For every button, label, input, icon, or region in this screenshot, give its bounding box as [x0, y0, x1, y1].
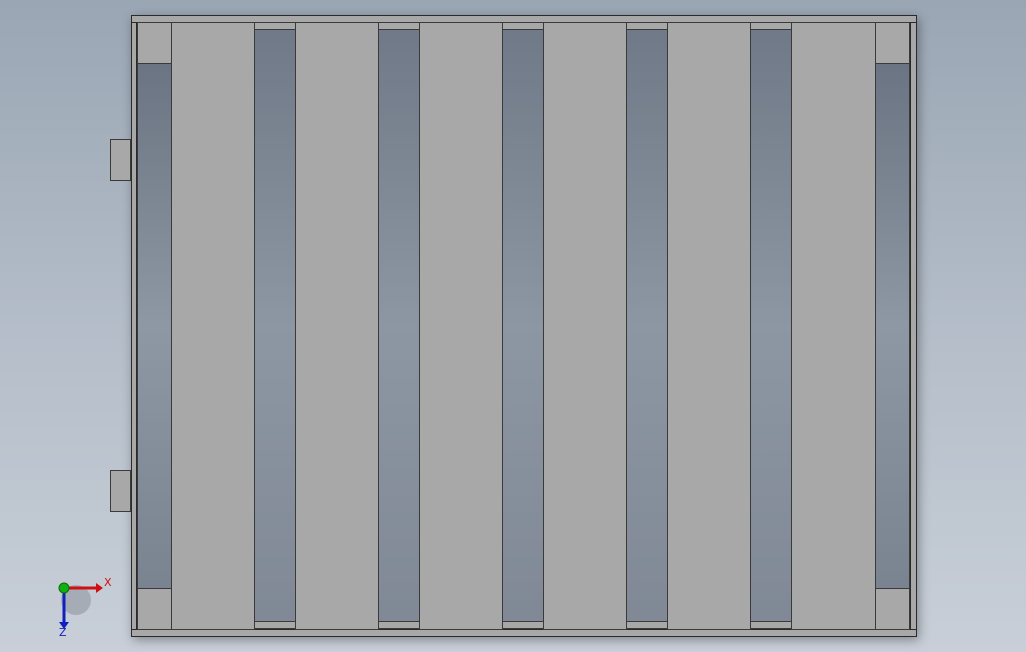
side-tab-lower[interactable] — [110, 470, 131, 512]
end-opening-left — [137, 63, 172, 588]
side-tab-upper[interactable] — [110, 139, 131, 181]
gap-cap-top-2 — [378, 22, 420, 30]
deck-board-5[interactable] — [667, 22, 751, 630]
graphics-viewport[interactable]: X Z — [0, 0, 1026, 652]
corner-block-top-left[interactable] — [137, 22, 172, 64]
x-arrowhead-icon — [96, 583, 103, 593]
corner-block-bottom-right[interactable] — [875, 588, 910, 630]
corner-block-top-right[interactable] — [875, 22, 910, 64]
bottom-stringer[interactable] — [131, 629, 917, 637]
deck-board-2[interactable] — [295, 22, 379, 630]
gap-cap-top-1 — [254, 22, 296, 30]
gap-cap-top-4 — [626, 22, 668, 30]
gap-cap-top-3 — [502, 22, 544, 30]
coordinate-triad: X Z — [58, 576, 112, 637]
y-axis-dot-icon — [58, 582, 70, 594]
gap-cap-top-5 — [750, 22, 792, 30]
end-opening-right — [875, 63, 910, 588]
deck-board-4[interactable] — [543, 22, 627, 630]
gap-cap-bottom-5 — [750, 621, 792, 629]
gap-cap-bottom-3 — [502, 621, 544, 629]
deck-board-1[interactable] — [171, 22, 255, 630]
z-axis-label: Z — [59, 626, 67, 637]
right-rail[interactable] — [910, 15, 917, 637]
corner-block-bottom-left[interactable] — [137, 588, 172, 630]
gap-cap-bottom-2 — [378, 621, 420, 629]
gap-cap-bottom-4 — [626, 621, 668, 629]
x-axis-label: X — [104, 576, 112, 589]
deck-board-3[interactable] — [419, 22, 503, 630]
gap-cap-bottom-1 — [254, 621, 296, 629]
deck-board-6[interactable] — [791, 22, 876, 630]
